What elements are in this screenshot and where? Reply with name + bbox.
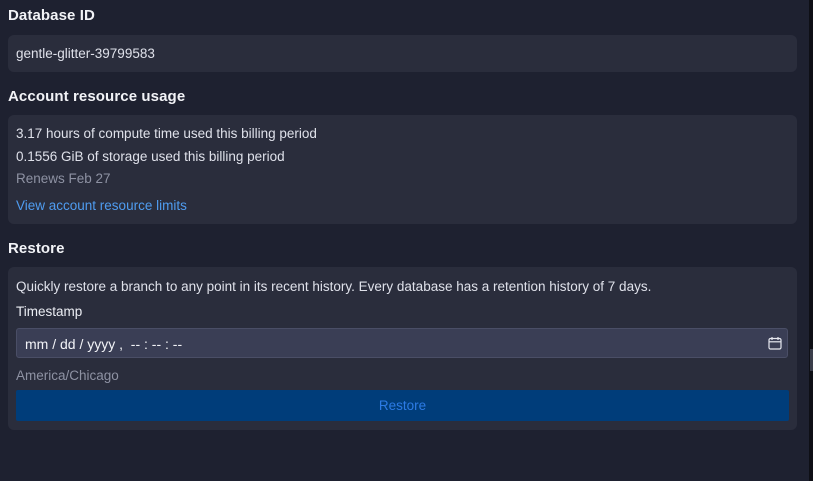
restore-heading: Restore	[8, 240, 65, 257]
restore-card: Quickly restore a branch to any point in…	[8, 267, 797, 430]
database-id-heading: Database ID	[8, 7, 95, 24]
restore-button[interactable]: Restore	[16, 390, 789, 421]
window-edge	[809, 0, 813, 481]
renews-text: Renews Feb 27	[16, 171, 111, 186]
timezone-text: America/Chicago	[16, 368, 119, 383]
project-settings-panel: Database ID gentle-glitter-39799583 Acco…	[0, 0, 809, 481]
resource-usage-card: 3.17 hours of compute time used this bil…	[8, 115, 797, 224]
storage-usage-text: 0.1556 GiB of storage used this billing …	[16, 149, 285, 164]
timestamp-input[interactable]: mm / dd / yyyy , -- : -- : --	[16, 328, 788, 358]
view-resource-limits-link[interactable]: View account resource limits	[16, 198, 187, 213]
resource-usage-heading: Account resource usage	[8, 88, 186, 105]
database-id-value[interactable]: gentle-glitter-39799583	[16, 46, 155, 61]
calendar-icon[interactable]	[768, 336, 782, 350]
compute-usage-text: 3.17 hours of compute time used this bil…	[16, 126, 317, 141]
restore-description: Quickly restore a branch to any point in…	[16, 279, 652, 294]
database-id-card: gentle-glitter-39799583	[8, 35, 797, 72]
timestamp-label: Timestamp	[16, 304, 83, 319]
timestamp-input-value: mm / dd / yyyy , -- : -- : --	[25, 336, 183, 352]
